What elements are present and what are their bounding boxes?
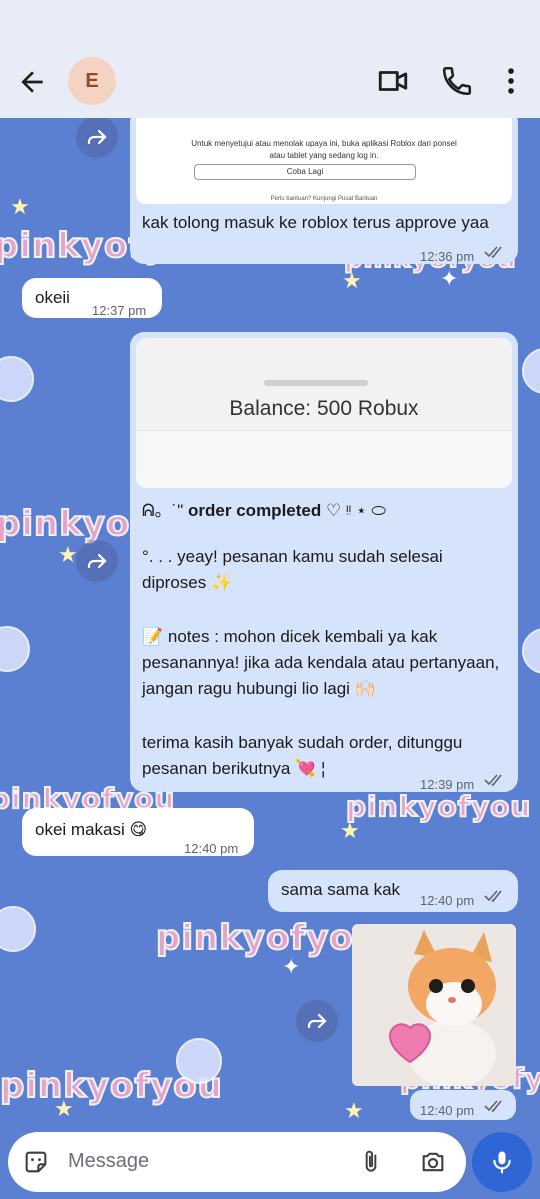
image-text: Untuk menyetujui atau menolak upaya ini,… xyxy=(191,139,457,160)
star-decoration: ★ xyxy=(342,268,362,293)
message-input[interactable]: Message xyxy=(68,1150,149,1173)
message-bubble-incoming[interactable]: okeii 12:37 pm xyxy=(22,278,162,318)
image-redacted-text xyxy=(264,380,368,386)
image-footer: Perlu bantuan? Kunjungi Pusat Bantuan xyxy=(270,196,378,202)
message-text: okei makasi 😋 xyxy=(35,820,148,839)
mic-icon xyxy=(493,1151,511,1174)
planet-decoration xyxy=(0,626,30,672)
message-image[interactable]: Untuk menyetujui atau menolak upaya ini,… xyxy=(136,108,512,204)
kitten-heart-sticker xyxy=(352,924,516,1086)
planet-decoration xyxy=(0,906,36,952)
message-text: kak tolong masuk ke roblox terus approve… xyxy=(142,213,489,232)
video-call-icon[interactable] xyxy=(376,64,410,98)
planet-decoration xyxy=(176,1038,222,1084)
message-time: 12:39 pm xyxy=(420,777,475,792)
sticker-image[interactable] xyxy=(352,924,516,1086)
forward-icon xyxy=(307,1013,327,1029)
back-arrow-icon[interactable] xyxy=(16,66,48,98)
forward-button[interactable] xyxy=(76,118,118,158)
avatar[interactable]: E xyxy=(68,57,116,105)
wallpaper-watermark: pinkyofyou xyxy=(155,917,379,959)
forward-button[interactable] xyxy=(76,540,118,582)
forward-icon xyxy=(87,129,107,145)
camera-icon[interactable] xyxy=(418,1148,448,1176)
message-bubble-outgoing[interactable]: sama sama kak 12:40 pm xyxy=(268,870,518,912)
message-time: 12:40 pm xyxy=(420,1103,475,1118)
order-header: ᕱ。˙" order completed ♡ ᵎᵎ ⋆ ⬭ xyxy=(142,498,512,524)
forward-button[interactable] xyxy=(296,1000,338,1042)
message-text: sama sama kak xyxy=(281,880,401,899)
message-text: °. . . yeay! pesanan kamu sudah selesai … xyxy=(142,547,443,592)
star-decoration: ★ xyxy=(344,1098,364,1123)
more-vert-icon[interactable] xyxy=(494,64,528,98)
message-time: 12:37 pm xyxy=(92,303,147,318)
message-time: 12:40 pm xyxy=(420,893,475,908)
forward-icon xyxy=(87,553,107,569)
message-text: 📝 notes : mohon dicek kembali ya kak pes… xyxy=(142,627,500,698)
star-decoration: ★ xyxy=(58,542,78,567)
message-composer: Message xyxy=(8,1132,466,1192)
planet-decoration xyxy=(0,356,34,402)
sticker-icon[interactable] xyxy=(22,1148,50,1176)
planet-decoration xyxy=(522,628,540,674)
order-header-title: order completed xyxy=(188,501,322,520)
image-retry-button: Coba Lagi xyxy=(194,164,416,180)
image-grid-area xyxy=(136,430,512,488)
chat-header: E xyxy=(0,0,540,118)
phone-icon[interactable] xyxy=(440,64,474,98)
message-time: 12:40 pm xyxy=(184,841,239,856)
planet-decoration xyxy=(522,348,540,394)
message-bubble-outgoing[interactable]: Untuk menyetujui atau menolak upaya ini,… xyxy=(130,108,518,264)
star-decoration: ★ xyxy=(340,818,360,843)
image-balance-text: Balance: 500 Robux xyxy=(229,397,419,420)
sparkle-decoration: ✦ xyxy=(282,954,301,979)
message-text: okeii xyxy=(35,288,70,307)
message-bubble-outgoing[interactable]: Balance: 500 Robux ᕱ。˙" order completed … xyxy=(130,332,518,792)
attach-icon[interactable] xyxy=(358,1148,384,1176)
message-image[interactable]: Balance: 500 Robux xyxy=(136,338,512,488)
read-ticks-icon xyxy=(484,890,502,903)
sticker-time-bubble: 12:40 pm xyxy=(410,1090,516,1120)
mic-button[interactable] xyxy=(472,1132,532,1192)
star-decoration: ★ xyxy=(10,194,30,219)
read-ticks-icon xyxy=(484,246,502,259)
read-ticks-icon xyxy=(484,1100,502,1113)
order-header-suffix: ♡ ᵎᵎ ⋆ ⬭ xyxy=(325,501,386,520)
message-bubble-incoming[interactable]: okei makasi 😋 12:40 pm xyxy=(22,808,254,856)
star-decoration: ★ xyxy=(54,1096,74,1121)
message-time: 12:36 pm xyxy=(420,249,475,264)
read-ticks-icon xyxy=(484,774,502,787)
order-header-prefix: ᕱ。˙" xyxy=(142,501,184,520)
